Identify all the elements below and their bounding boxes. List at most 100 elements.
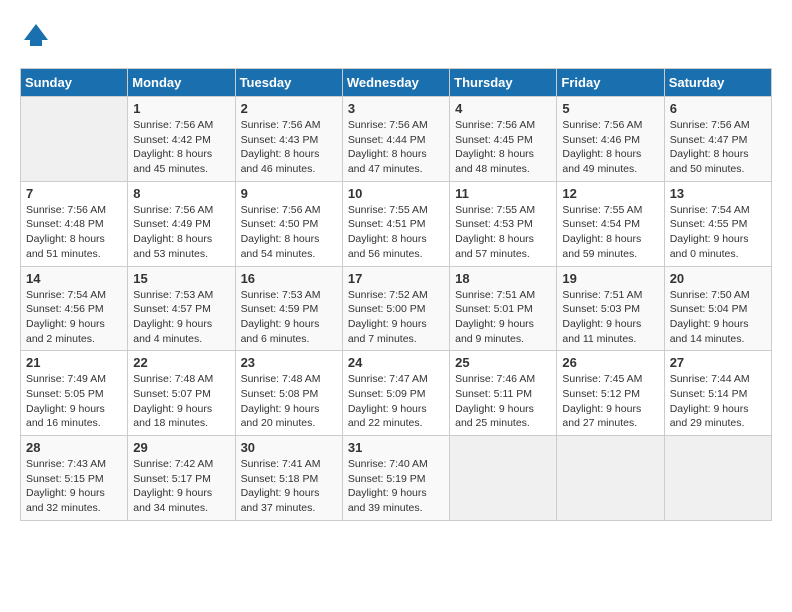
calendar-cell: 30 Sunrise: 7:41 AMSunset: 5:18 PMDayligh… [235, 436, 342, 521]
calendar-cell: 4 Sunrise: 7:56 AMSunset: 4:45 PMDaylight… [450, 97, 557, 182]
col-header-saturday: Saturday [664, 69, 771, 97]
calendar-cell: 3Sunrise: 7:56 AMSunset: 4:44 PMDaylight… [342, 97, 449, 182]
day-info: Sunrise: 7:56 AMSunset: 4:47 PMDaylight:… [670, 118, 766, 177]
calendar-cell [664, 436, 771, 521]
day-info: Sunrise: 7:41 AMSunset: 5:18 PMDaylight:… [241, 457, 337, 516]
day-number: 15 [133, 271, 229, 286]
calendar-cell: 21Sunrise: 7:49 AMSunset: 5:05 PMDayligh… [21, 351, 128, 436]
day-number: 29 [133, 440, 229, 455]
calendar-cell [21, 97, 128, 182]
calendar-cell: 16Sunrise: 7:53 AMSunset: 4:59 PMDayligh… [235, 266, 342, 351]
day-number: 4 [455, 101, 551, 116]
day-number: 11 [455, 186, 551, 201]
day-info: Sunrise: 7:49 AMSunset: 5:05 PMDaylight:… [26, 372, 122, 431]
day-number: 18 [455, 271, 551, 286]
day-number: 20 [670, 271, 766, 286]
day-info: Sunrise: 7:54 AMSunset: 4:56 PMDaylight:… [26, 288, 122, 347]
calendar-table: SundayMondayTuesdayWednesdayThursdayFrid… [20, 68, 772, 521]
day-info: Sunrise: 7:48 AMSunset: 5:08 PMDaylight:… [241, 372, 337, 431]
day-info: Sunrise: 7:56 AMSunset: 4:45 PMDaylight:… [455, 118, 551, 177]
calendar-week-row: 1 Sunrise: 7:56 AMSunset: 4:42 PMDaylight… [21, 97, 772, 182]
page-header [20, 20, 772, 52]
day-number: 6 [670, 101, 766, 116]
day-number: 5 [562, 101, 658, 116]
calendar-cell: 1 Sunrise: 7:56 AMSunset: 4:42 PMDaylight… [128, 97, 235, 182]
calendar-cell: 22 Sunrise: 7:48 AMSunset: 5:07 PMDayligh… [128, 351, 235, 436]
day-number: 26 [562, 355, 658, 370]
day-number: 9 [241, 186, 337, 201]
calendar-cell: 28 Sunrise: 7:43 AMSunset: 5:15 PMDayligh… [21, 436, 128, 521]
day-info: Sunrise: 7:40 AMSunset: 5:19 PMDaylight:… [348, 457, 444, 516]
col-header-wednesday: Wednesday [342, 69, 449, 97]
calendar-cell: 20 Sunrise: 7:50 AMSunset: 5:04 PMDayligh… [664, 266, 771, 351]
day-number: 14 [26, 271, 122, 286]
calendar-cell: 13Sunrise: 7:54 AMSunset: 4:55 PMDayligh… [664, 181, 771, 266]
day-info: Sunrise: 7:56 AMSunset: 4:48 PMDaylight:… [26, 203, 122, 262]
day-info: Sunrise: 7:56 AMSunset: 4:49 PMDaylight:… [133, 203, 229, 262]
day-number: 3 [348, 101, 444, 116]
day-info: Sunrise: 7:52 AMSunset: 5:00 PMDaylight:… [348, 288, 444, 347]
day-info: Sunrise: 7:48 AMSunset: 5:07 PMDaylight:… [133, 372, 229, 431]
day-number: 10 [348, 186, 444, 201]
day-number: 1 [133, 101, 229, 116]
calendar-cell: 25 Sunrise: 7:46 AMSunset: 5:11 PMDayligh… [450, 351, 557, 436]
calendar-cell: 19Sunrise: 7:51 AMSunset: 5:03 PMDayligh… [557, 266, 664, 351]
day-number: 16 [241, 271, 337, 286]
calendar-cell: 6 Sunrise: 7:56 AMSunset: 4:47 PMDaylight… [664, 97, 771, 182]
day-number: 17 [348, 271, 444, 286]
day-number: 12 [562, 186, 658, 201]
day-info: Sunrise: 7:55 AMSunset: 4:53 PMDaylight:… [455, 203, 551, 262]
calendar-header-row: SundayMondayTuesdayWednesdayThursdayFrid… [21, 69, 772, 97]
day-info: Sunrise: 7:51 AMSunset: 5:01 PMDaylight:… [455, 288, 551, 347]
calendar-cell: 18 Sunrise: 7:51 AMSunset: 5:01 PMDayligh… [450, 266, 557, 351]
day-number: 30 [241, 440, 337, 455]
day-number: 7 [26, 186, 122, 201]
day-number: 2 [241, 101, 337, 116]
calendar-cell: 14 Sunrise: 7:54 AMSunset: 4:56 PMDayligh… [21, 266, 128, 351]
day-number: 24 [348, 355, 444, 370]
calendar-cell: 29 Sunrise: 7:42 AMSunset: 5:17 PMDayligh… [128, 436, 235, 521]
day-number: 8 [133, 186, 229, 201]
day-info: Sunrise: 7:56 AMSunset: 4:43 PMDaylight:… [241, 118, 337, 177]
day-info: Sunrise: 7:51 AMSunset: 5:03 PMDaylight:… [562, 288, 658, 347]
day-number: 22 [133, 355, 229, 370]
calendar-cell: 5 Sunrise: 7:56 AMSunset: 4:46 PMDaylight… [557, 97, 664, 182]
calendar-cell: 9 Sunrise: 7:56 AMSunset: 4:50 PMDaylight… [235, 181, 342, 266]
day-info: Sunrise: 7:42 AMSunset: 5:17 PMDaylight:… [133, 457, 229, 516]
calendar-week-row: 28 Sunrise: 7:43 AMSunset: 5:15 PMDayligh… [21, 436, 772, 521]
calendar-cell: 17 Sunrise: 7:52 AMSunset: 5:00 PMDayligh… [342, 266, 449, 351]
calendar-cell: 15 Sunrise: 7:53 AMSunset: 4:57 PMDayligh… [128, 266, 235, 351]
day-info: Sunrise: 7:47 AMSunset: 5:09 PMDaylight:… [348, 372, 444, 431]
calendar-cell: 7 Sunrise: 7:56 AMSunset: 4:48 PMDaylight… [21, 181, 128, 266]
day-info: Sunrise: 7:55 AMSunset: 4:51 PMDaylight:… [348, 203, 444, 262]
calendar-cell: 23 Sunrise: 7:48 AMSunset: 5:08 PMDayligh… [235, 351, 342, 436]
calendar-cell: 12 Sunrise: 7:55 AMSunset: 4:54 PMDayligh… [557, 181, 664, 266]
day-info: Sunrise: 7:54 AMSunset: 4:55 PMDaylight:… [670, 203, 766, 262]
calendar-cell: 31 Sunrise: 7:40 AMSunset: 5:19 PMDayligh… [342, 436, 449, 521]
day-info: Sunrise: 7:50 AMSunset: 5:04 PMDaylight:… [670, 288, 766, 347]
calendar-cell [450, 436, 557, 521]
calendar-cell [557, 436, 664, 521]
day-info: Sunrise: 7:46 AMSunset: 5:11 PMDaylight:… [455, 372, 551, 431]
day-number: 25 [455, 355, 551, 370]
calendar-week-row: 7 Sunrise: 7:56 AMSunset: 4:48 PMDaylight… [21, 181, 772, 266]
day-number: 28 [26, 440, 122, 455]
calendar-week-row: 14 Sunrise: 7:54 AMSunset: 4:56 PMDayligh… [21, 266, 772, 351]
day-info: Sunrise: 7:43 AMSunset: 5:15 PMDaylight:… [26, 457, 122, 516]
day-info: Sunrise: 7:56 AMSunset: 4:42 PMDaylight:… [133, 118, 229, 177]
day-number: 23 [241, 355, 337, 370]
calendar-cell: 27Sunrise: 7:44 AMSunset: 5:14 PMDayligh… [664, 351, 771, 436]
day-number: 31 [348, 440, 444, 455]
day-info: Sunrise: 7:56 AMSunset: 4:50 PMDaylight:… [241, 203, 337, 262]
day-info: Sunrise: 7:53 AMSunset: 4:57 PMDaylight:… [133, 288, 229, 347]
logo-icon [20, 20, 52, 52]
calendar-cell: 24 Sunrise: 7:47 AMSunset: 5:09 PMDayligh… [342, 351, 449, 436]
day-info: Sunrise: 7:55 AMSunset: 4:54 PMDaylight:… [562, 203, 658, 262]
col-header-sunday: Sunday [21, 69, 128, 97]
calendar-cell: 2 Sunrise: 7:56 AMSunset: 4:43 PMDaylight… [235, 97, 342, 182]
day-number: 27 [670, 355, 766, 370]
logo [20, 20, 56, 52]
calendar-cell: 10 Sunrise: 7:55 AMSunset: 4:51 PMDayligh… [342, 181, 449, 266]
day-info: Sunrise: 7:56 AMSunset: 4:46 PMDaylight:… [562, 118, 658, 177]
day-info: Sunrise: 7:45 AMSunset: 5:12 PMDaylight:… [562, 372, 658, 431]
